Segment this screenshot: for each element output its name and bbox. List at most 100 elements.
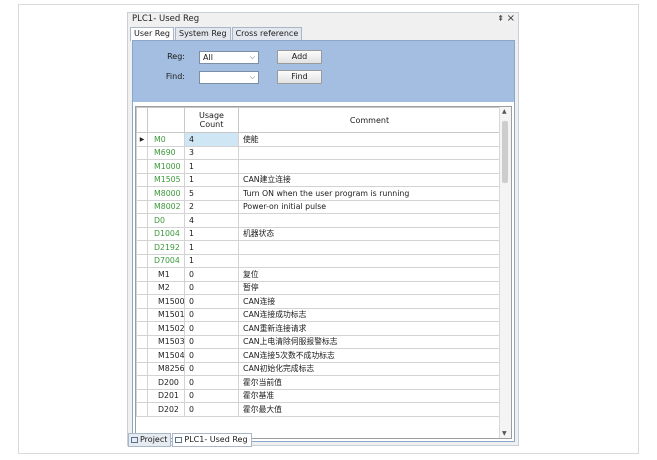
table-row[interactable]: M1500 0 CAN连接 <box>136 294 501 309</box>
register-cell[interactable]: M0 <box>147 132 185 147</box>
usage-count-cell[interactable]: 1 <box>184 240 239 255</box>
register-cell[interactable]: M8256 <box>147 361 185 376</box>
register-cell[interactable]: M1000 <box>147 159 185 174</box>
comment-cell[interactable] <box>238 145 501 160</box>
table-row[interactable]: D7004 1 <box>136 253 501 268</box>
usage-count-cell[interactable]: 0 <box>184 280 239 295</box>
table-row[interactable]: M1503 0 CAN上电清除伺服报警标志 <box>136 334 501 349</box>
usage-count-cell[interactable]: 0 <box>184 321 239 336</box>
usage-count-cell[interactable]: 0 <box>184 267 239 282</box>
usage-count-cell[interactable]: 2 <box>184 199 239 214</box>
table-row[interactable]: M1505 1 CAN建立连接 <box>136 172 501 187</box>
comment-cell[interactable]: 霍尔最大值 <box>238 402 501 417</box>
comment-cell[interactable]: 使能 <box>238 132 501 147</box>
table-row[interactable]: M2 0 暂停 <box>136 280 501 295</box>
table-row[interactable]: M8000 5 Turn ON when the user program is r… <box>136 186 501 201</box>
comment-cell[interactable] <box>238 159 501 174</box>
usage-count-cell[interactable]: 1 <box>184 159 239 174</box>
usage-count-cell[interactable]: 0 <box>184 375 239 390</box>
register-cell[interactable]: D2192 <box>147 240 185 255</box>
register-cell[interactable]: D1004 <box>147 226 185 241</box>
table-row[interactable]: D202 0 霍尔最大值 <box>136 402 501 417</box>
close-icon[interactable]: × <box>507 13 515 24</box>
table-row[interactable]: ▶ M0 4 使能 <box>136 132 501 147</box>
table-row[interactable]: D1004 1 机器状态 <box>136 226 501 241</box>
tab-cross-reference[interactable]: Cross reference <box>231 27 303 40</box>
comment-cell[interactable] <box>238 253 501 268</box>
pin-icon[interactable]: ⇞ <box>497 14 504 23</box>
header-register[interactable] <box>147 107 185 133</box>
add-button[interactable]: Add <box>277 50 322 64</box>
usage-count-cell[interactable]: 0 <box>184 361 239 376</box>
usage-count-cell[interactable]: 1 <box>184 253 239 268</box>
comment-cell[interactable]: CAN建立连接 <box>238 172 501 187</box>
register-cell[interactable]: M1502 <box>147 321 185 336</box>
table-row[interactable]: M1502 0 CAN重新连接请求 <box>136 321 501 336</box>
table-row[interactable]: D201 0 霍尔基准 <box>136 388 501 403</box>
comment-cell[interactable]: CAN连接成功标志 <box>238 307 501 322</box>
table-row[interactable]: M1000 1 <box>136 159 501 174</box>
usage-count-cell[interactable]: 0 <box>184 348 239 363</box>
header-comment[interactable]: Comment <box>238 107 501 133</box>
comment-cell[interactable] <box>238 213 501 228</box>
register-cell[interactable]: D200 <box>147 375 185 390</box>
table-row[interactable]: M1504 0 CAN连接5次数不成功标志 <box>136 348 501 363</box>
usage-count-cell[interactable]: 0 <box>184 307 239 322</box>
tab-system-reg[interactable]: System Reg <box>174 27 231 40</box>
usage-count-cell[interactable]: 4 <box>184 213 239 228</box>
usage-count-cell[interactable]: 5 <box>184 186 239 201</box>
bottom-tab-project[interactable]: Project <box>128 433 172 447</box>
usage-count-cell[interactable]: 0 <box>184 334 239 349</box>
register-cell[interactable]: M1501 <box>147 307 185 322</box>
comment-cell[interactable]: Turn ON when the user program is running <box>238 186 501 201</box>
vertical-scrollbar[interactable]: ▲ ▼ <box>499 107 511 438</box>
register-cell[interactable]: M1500 <box>147 294 185 309</box>
find-combo[interactable]: ⌵ <box>199 71 259 84</box>
register-cell[interactable]: M1503 <box>147 334 185 349</box>
comment-cell[interactable]: 机器状态 <box>238 226 501 241</box>
header-usage-count[interactable]: Usage Count <box>184 107 239 133</box>
usage-count-cell[interactable]: 0 <box>184 388 239 403</box>
table-row[interactable]: M1 0 复位 <box>136 267 501 282</box>
register-cell[interactable]: D0 <box>147 213 185 228</box>
usage-count-cell[interactable]: 0 <box>184 294 239 309</box>
register-cell[interactable]: M1504 <box>147 348 185 363</box>
register-cell[interactable]: D202 <box>147 402 185 417</box>
usage-count-cell[interactable]: 1 <box>184 172 239 187</box>
comment-cell[interactable]: CAN重新连接请求 <box>238 321 501 336</box>
register-cell[interactable]: M1505 <box>147 172 185 187</box>
scroll-thumb[interactable] <box>502 121 508 183</box>
bottom-tab-used-reg[interactable]: PLC1- Used Reg <box>172 433 252 447</box>
table-row[interactable]: M8002 2 Power-on initial pulse <box>136 199 501 214</box>
comment-cell[interactable]: CAN上电清除伺服报警标志 <box>238 334 501 349</box>
table-row[interactable]: M1501 0 CAN连接成功标志 <box>136 307 501 322</box>
reg-select[interactable]: All ⌵ <box>199 51 259 64</box>
register-cell[interactable]: D201 <box>147 388 185 403</box>
usage-count-cell[interactable]: 4 <box>184 132 239 147</box>
register-cell[interactable]: D7004 <box>147 253 185 268</box>
table-row[interactable]: D200 0 霍尔当前值 <box>136 375 501 390</box>
comment-cell[interactable] <box>238 240 501 255</box>
scroll-up-icon[interactable]: ▲ <box>502 108 507 115</box>
usage-count-cell[interactable]: 3 <box>184 145 239 160</box>
register-cell[interactable]: M1 <box>147 267 185 282</box>
table-row[interactable]: D2192 1 <box>136 240 501 255</box>
comment-cell[interactable]: 霍尔当前值 <box>238 375 501 390</box>
comment-cell[interactable]: 暂停 <box>238 280 501 295</box>
table-row[interactable]: M690 3 <box>136 145 501 160</box>
comment-cell[interactable]: CAN初始化完成标志 <box>238 361 501 376</box>
table-row[interactable]: M8256 0 CAN初始化完成标志 <box>136 361 501 376</box>
table-row[interactable]: D0 4 <box>136 213 501 228</box>
usage-count-cell[interactable]: 0 <box>184 402 239 417</box>
comment-cell[interactable]: CAN连接5次数不成功标志 <box>238 348 501 363</box>
usage-count-cell[interactable]: 1 <box>184 226 239 241</box>
register-cell[interactable]: M2 <box>147 280 185 295</box>
tab-user-reg[interactable]: User Reg <box>130 27 174 41</box>
register-cell[interactable]: M8002 <box>147 199 185 214</box>
comment-cell[interactable]: CAN连接 <box>238 294 501 309</box>
register-cell[interactable]: M690 <box>147 145 185 160</box>
find-button[interactable]: Find <box>277 70 322 84</box>
register-cell[interactable]: M8000 <box>147 186 185 201</box>
comment-cell[interactable]: Power-on initial pulse <box>238 199 501 214</box>
comment-cell[interactable]: 霍尔基准 <box>238 388 501 403</box>
